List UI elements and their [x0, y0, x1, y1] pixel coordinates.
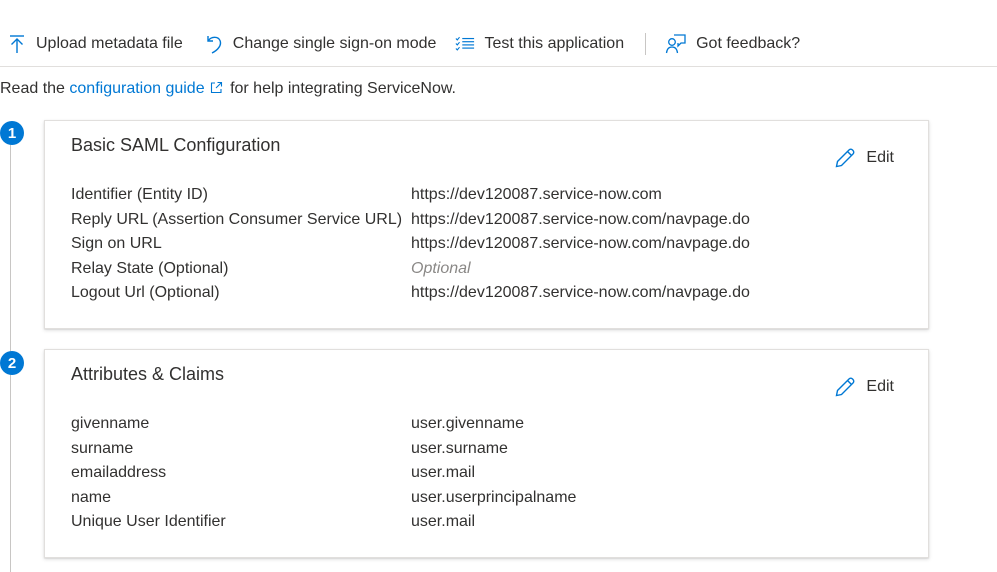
feedback-button[interactable]: Got feedback? — [665, 28, 800, 60]
property-row: Sign on URL https://dev120087.service-no… — [71, 232, 750, 257]
upload-metadata-label: Upload metadata file — [36, 35, 183, 52]
intro-text: Read the configuration guide for help in… — [0, 80, 456, 99]
claim-name: name — [71, 488, 112, 506]
attributes-claims-card: Attributes & Claims Edit givenname user.… — [44, 349, 929, 558]
property-value: https://dev120087.service-now.com/navpag… — [411, 210, 750, 228]
claims-properties: givenname user.givenname surname user.su… — [71, 412, 576, 535]
command-bar: Upload metadata file Change single sign-… — [0, 22, 997, 66]
claim-name: surname — [71, 439, 134, 457]
pencil-icon — [834, 147, 856, 169]
claim-row: Unique User Identifier user.mail — [71, 510, 576, 535]
claim-row: name user.userprincipalname — [71, 486, 576, 511]
property-value-placeholder: Optional — [411, 259, 471, 277]
claim-value: user.mail — [411, 513, 476, 531]
card-title: Attributes & Claims — [71, 364, 225, 384]
saml-config-properties: Identifier (Entity ID) https://dev120087… — [71, 183, 750, 306]
upload-metadata-button[interactable]: Upload metadata file — [7, 28, 183, 60]
step-badge-2: 2 — [0, 351, 24, 375]
pencil-icon — [834, 376, 856, 398]
step-badge-1: 1 — [0, 121, 24, 145]
card-title: Basic SAML Configuration — [71, 135, 281, 155]
property-value: https://dev120087.service-now.com/navpag… — [411, 284, 750, 302]
external-link-icon — [210, 81, 223, 99]
claim-name: givenname — [71, 415, 150, 433]
claim-row: surname user.surname — [71, 437, 576, 462]
claim-value: user.surname — [411, 439, 508, 457]
change-sso-mode-label: Change single sign-on mode — [232, 35, 437, 52]
property-row: Logout Url (Optional) https://dev120087.… — [71, 281, 750, 306]
claim-value: user.mail — [411, 464, 476, 482]
property-key: Identifier (Entity ID) — [71, 186, 208, 204]
property-key: Relay State (Optional) — [71, 259, 229, 277]
toolbar-separator — [645, 33, 647, 55]
intro-prefix: Read the — [0, 80, 65, 97]
feedback-label: Got feedback? — [696, 35, 801, 52]
edit-attributes-claims-button[interactable]: Edit — [834, 376, 894, 398]
claim-row: emailaddress user.mail — [71, 461, 576, 486]
property-value: https://dev120087.service-now.com/navpag… — [411, 235, 750, 253]
test-application-label: Test this application — [484, 35, 625, 52]
property-value: https://dev120087.service-now.com — [411, 186, 662, 204]
basic-saml-configuration-card: Basic SAML Configuration Edit Identifier… — [44, 120, 929, 329]
edit-label: Edit — [866, 149, 894, 166]
property-key: Logout Url (Optional) — [71, 284, 220, 302]
claim-row: givenname user.givenname — [71, 412, 576, 437]
toolbar-divider — [0, 66, 997, 67]
claim-name: emailaddress — [71, 464, 167, 482]
edit-label: Edit — [866, 378, 894, 395]
property-row: Identifier (Entity ID) https://dev120087… — [71, 183, 750, 208]
property-row: Relay State (Optional) Optional — [71, 257, 750, 282]
claim-name: Unique User Identifier — [71, 513, 226, 531]
undo-icon — [204, 34, 224, 54]
feedback-icon — [665, 34, 687, 54]
property-row: Reply URL (Assertion Consumer Service UR… — [71, 208, 750, 233]
change-sso-mode-button[interactable]: Change single sign-on mode — [204, 28, 437, 60]
checklist-icon — [455, 34, 475, 54]
claim-value: user.userprincipalname — [411, 488, 577, 506]
property-key: Reply URL (Assertion Consumer Service UR… — [71, 210, 403, 228]
configuration-guide-link[interactable]: configuration guide — [69, 80, 225, 97]
upload-icon — [7, 34, 27, 54]
claim-value: user.givenname — [411, 415, 524, 433]
edit-basic-saml-button[interactable]: Edit — [834, 147, 894, 169]
intro-suffix: for help integrating ServiceNow. — [230, 80, 456, 97]
property-key: Sign on URL — [71, 235, 162, 253]
test-application-button[interactable]: Test this application — [455, 28, 624, 60]
